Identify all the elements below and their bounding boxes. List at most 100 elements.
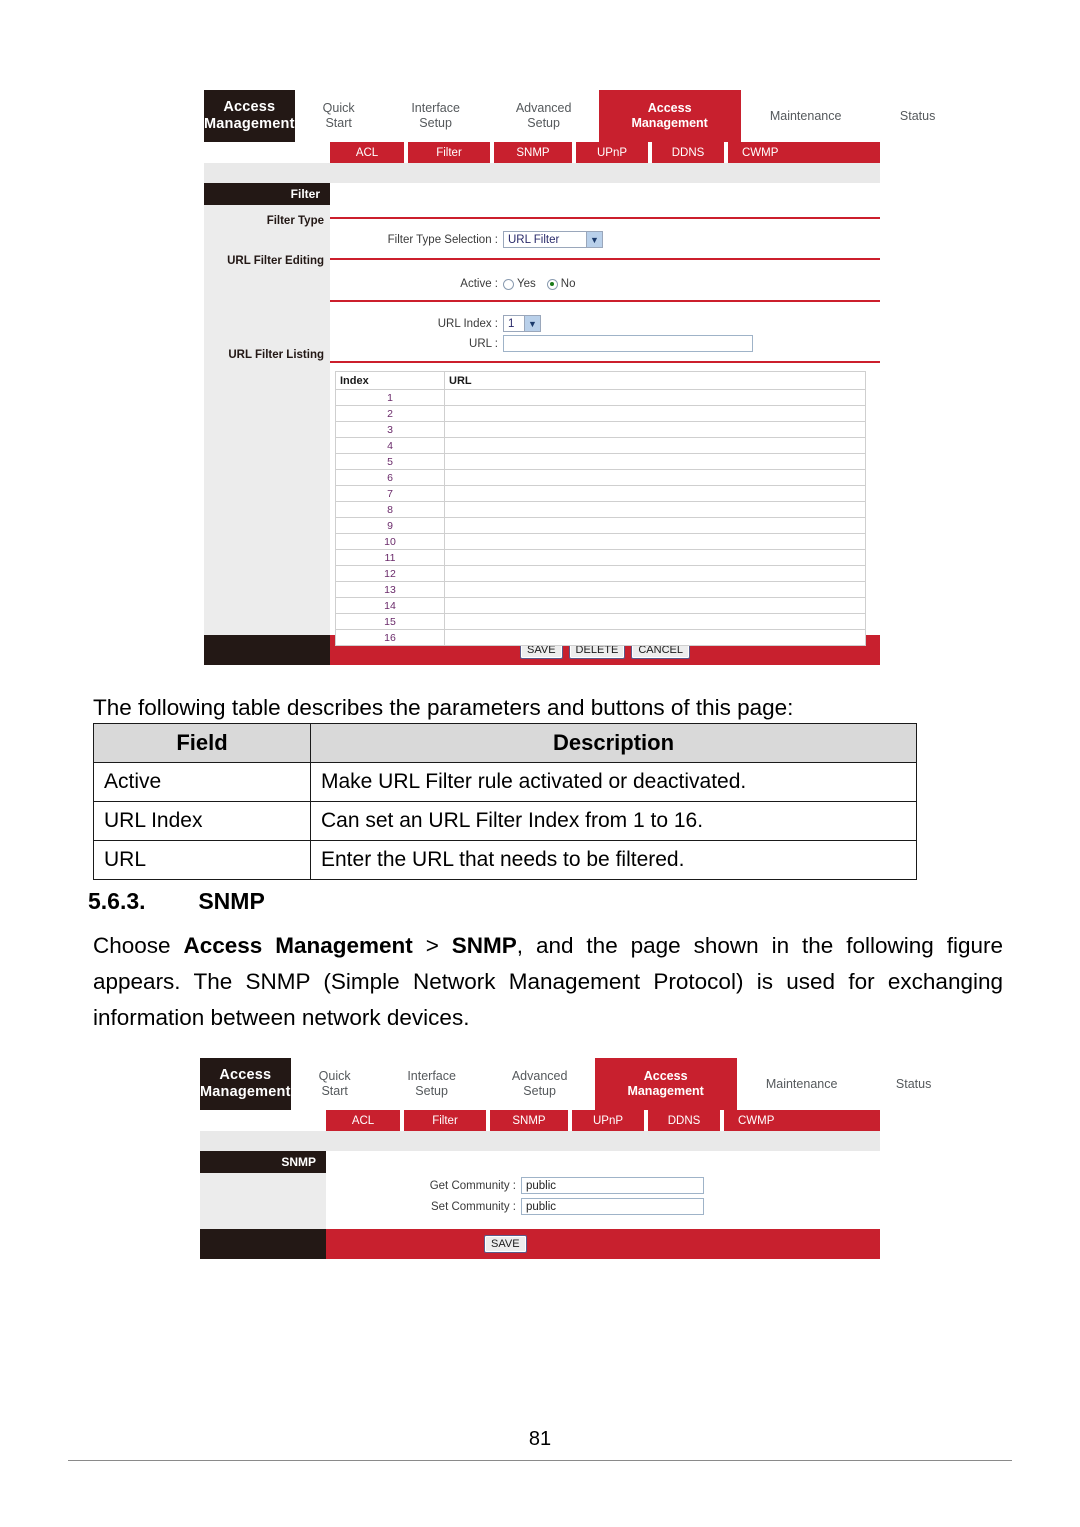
- url-filter-listing-table: Index URL 1 2 3 4 5 6 7 8 9 10 11 12 13 …: [335, 371, 866, 646]
- get-community-value: public: [526, 1179, 557, 1192]
- tab-advanced-setup[interactable]: Advanced Setup: [485, 1058, 595, 1110]
- desc-description-url: Enter the URL that needs to be filtered.: [310, 840, 917, 880]
- cell-index: 8: [335, 501, 445, 518]
- subtab-acl[interactable]: ACL: [326, 1110, 400, 1131]
- tab-interface-setup[interactable]: Interface Setup: [383, 90, 489, 142]
- tab-interface-setup-line2: Setup: [419, 116, 452, 130]
- set-community-row: Set Community : public: [326, 1198, 704, 1215]
- table-row[interactable]: 15: [335, 613, 866, 630]
- column-header-url: URL: [444, 371, 866, 390]
- active-no-label: No: [560, 278, 576, 290]
- tab-interface-setup[interactable]: Interface Setup: [379, 1058, 485, 1110]
- table-row[interactable]: 6: [335, 469, 866, 486]
- cell-url: [444, 517, 866, 534]
- tab-advanced-setup-line2: Setup: [523, 1084, 556, 1098]
- subtab-cwmp[interactable]: CWMP: [724, 1110, 880, 1131]
- tab-access-management-line2: Management: [627, 1084, 704, 1098]
- button-bar-left-block: [204, 635, 330, 665]
- subtab-cwmp[interactable]: CWMP: [728, 142, 880, 163]
- get-community-input[interactable]: public: [521, 1177, 704, 1194]
- tab-access-management-line1: Access: [647, 101, 692, 115]
- tab-access-management[interactable]: Access Management: [598, 90, 741, 142]
- button-bar-right-block: SAVE: [326, 1229, 880, 1259]
- desc-description-url-index: Can set an URL Filter Index from 1 to 16…: [310, 801, 917, 841]
- brand-line-2: Management: [204, 116, 295, 132]
- desc-table-header-row: Field Description: [93, 723, 917, 763]
- filter-type-selection-dropdown[interactable]: URL Filter ▼: [503, 231, 603, 248]
- table-row[interactable]: 7: [335, 485, 866, 502]
- table-row[interactable]: 11: [335, 549, 866, 566]
- tab-status-label: Status: [895, 1076, 932, 1091]
- snmp-panel: SNMP Get Community : public Set Communit…: [200, 1151, 880, 1229]
- desc-description-active: Make URL Filter rule activated or deacti…: [310, 762, 917, 802]
- table-row[interactable]: 13: [335, 581, 866, 598]
- active-yes-radio[interactable]: [503, 278, 514, 290]
- table-row[interactable]: 4: [335, 437, 866, 454]
- section-heading: 5.6.3. SNMP: [88, 888, 265, 915]
- table-row[interactable]: 10: [335, 533, 866, 550]
- table-row[interactable]: 12: [335, 565, 866, 582]
- top-tabs: Quick Start Interface Setup Advanced Set…: [290, 1058, 961, 1110]
- cell-index: 13: [335, 581, 445, 598]
- brand-access-management: Access Management: [200, 1058, 291, 1110]
- cell-url: [444, 453, 866, 470]
- snmp-button-bar: SAVE: [200, 1229, 880, 1259]
- spacer-band: [200, 1131, 880, 1151]
- table-row[interactable]: 8: [335, 501, 866, 518]
- tab-maintenance[interactable]: Maintenance: [737, 1058, 867, 1110]
- cell-index: 6: [335, 469, 445, 486]
- url-index-dropdown[interactable]: 1 ▼: [503, 315, 541, 332]
- cell-index: 11: [335, 549, 445, 566]
- table-row[interactable]: 16: [335, 629, 866, 646]
- table-row[interactable]: 9: [335, 517, 866, 534]
- desc-table-body: Active Make URL Filter rule activated or…: [93, 762, 917, 880]
- tab-advanced-setup-line1: Advanced: [511, 1069, 568, 1083]
- active-no-radio[interactable]: [546, 278, 558, 290]
- cell-url: [444, 565, 866, 582]
- subtab-snmp[interactable]: SNMP: [490, 1110, 568, 1131]
- tab-quick-start[interactable]: Quick Start: [291, 1058, 379, 1110]
- tab-status[interactable]: Status: [871, 90, 965, 142]
- filter-panel-sidebar: Filter Filter Type URL Filter Editing UR…: [204, 183, 330, 635]
- save-button[interactable]: SAVE: [484, 1235, 527, 1253]
- url-index-label: URL Index :: [437, 317, 498, 330]
- set-community-input[interactable]: public: [521, 1198, 704, 1215]
- tab-quick-start[interactable]: Quick Start: [295, 90, 383, 142]
- rule-url-filter-editing: [330, 258, 880, 260]
- filter-panel-content: Filter Type Selection : URL Filter ▼ Act…: [330, 183, 880, 646]
- table-row[interactable]: 5: [335, 453, 866, 470]
- tab-access-management[interactable]: Access Management: [594, 1058, 737, 1110]
- subtab-ddns[interactable]: DDNS: [648, 1110, 720, 1131]
- url-input[interactable]: [503, 335, 753, 352]
- subtab-upnp[interactable]: UPnP: [576, 142, 648, 163]
- table-row[interactable]: 14: [335, 597, 866, 614]
- tab-access-management-line2: Management: [631, 116, 708, 130]
- active-label: Active :: [460, 278, 498, 290]
- tab-quick-start-line2: Start: [325, 116, 352, 130]
- table-row[interactable]: 3: [335, 421, 866, 438]
- cell-url: [444, 533, 866, 550]
- table-row[interactable]: 2: [335, 405, 866, 422]
- cell-index: 10: [335, 533, 445, 550]
- subtab-snmp[interactable]: SNMP: [494, 142, 572, 163]
- cell-index: 4: [335, 437, 445, 454]
- subtab-filter[interactable]: Filter: [408, 142, 490, 163]
- side-label-url-filter-editing: URL Filter Editing: [227, 255, 324, 267]
- subtab-acl[interactable]: ACL: [330, 142, 404, 163]
- manual-page: Access Management Quick Start Interface …: [0, 0, 1080, 1527]
- column-header-index: Index: [335, 371, 445, 390]
- subtab-ddns[interactable]: DDNS: [652, 142, 724, 163]
- tab-advanced-setup-line2: Setup: [527, 116, 560, 130]
- tab-status[interactable]: Status: [867, 1058, 961, 1110]
- rule-url-entry: [330, 300, 880, 302]
- tab-maintenance[interactable]: Maintenance: [741, 90, 871, 142]
- subtab-upnp[interactable]: UPnP: [572, 1110, 644, 1131]
- rule-filter-type: [330, 217, 880, 219]
- cell-index: 5: [335, 453, 445, 470]
- subtab-filter[interactable]: Filter: [404, 1110, 486, 1131]
- table-row[interactable]: 1: [335, 389, 866, 406]
- chevron-down-icon: ▼: [524, 316, 540, 331]
- cell-index: 3: [335, 421, 445, 438]
- cell-index: 14: [335, 597, 445, 614]
- tab-advanced-setup[interactable]: Advanced Setup: [489, 90, 599, 142]
